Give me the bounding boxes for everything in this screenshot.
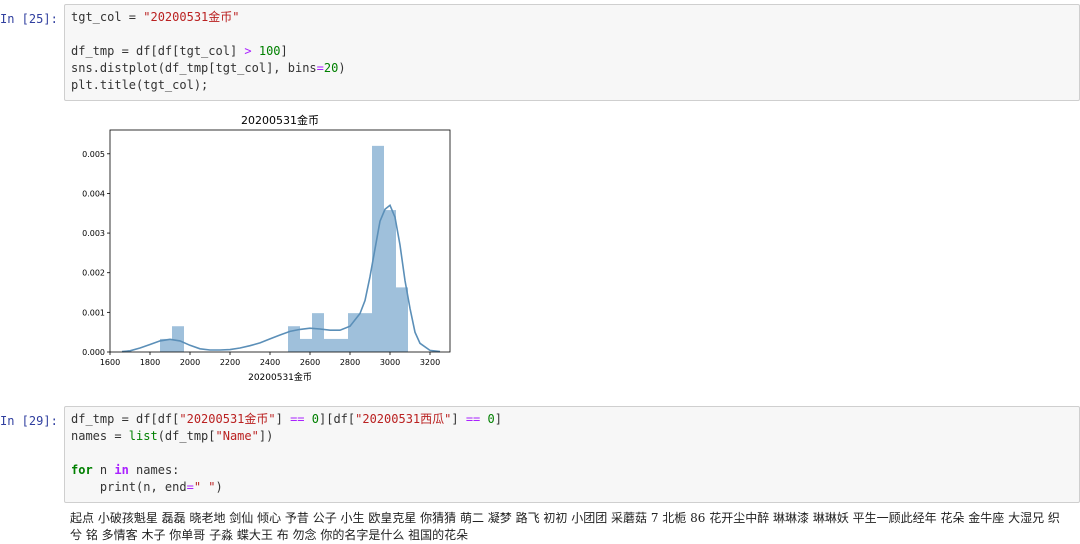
- histogram-bar: [312, 313, 324, 352]
- code-token: "20200531西瓜": [355, 412, 452, 426]
- code-token: df_tmp = df[df[: [71, 412, 180, 426]
- histogram-bar: [360, 313, 372, 352]
- code-token: 0: [311, 412, 319, 426]
- code-token: >: [244, 44, 252, 58]
- code-cell-input[interactable]: tgt_col = "20200531金币" df_tmp = df[df[tgt…: [64, 4, 1080, 101]
- stdout-output: 起点 小破孩魁星 磊磊 晓老地 剑仙 倾心 予昔 公子 小生 欧皇克星 你猜猜 …: [70, 511, 1060, 542]
- distplot-chart: 20200531金币 1600 1800 2000 2200 2400 2600 2800 3…: [82, 113, 451, 383]
- y-tick-label: 0.001: [82, 308, 105, 317]
- x-tick-label: 2200: [220, 358, 240, 367]
- histogram-bar: [384, 210, 396, 352]
- code-token: "Name": [215, 429, 259, 443]
- code-token: df_tmp = df[df[tgt_col]: [71, 44, 245, 58]
- chart-title: 20200531金币: [241, 113, 319, 127]
- histogram-bar: [348, 313, 360, 352]
- y-tick-label: 0.000: [82, 348, 105, 357]
- x-axis-label: 20200531金币: [248, 371, 312, 383]
- code-token: 0: [487, 412, 495, 426]
- x-tick-label: 3000: [380, 358, 400, 367]
- cell-prompt: In [25]:: [0, 12, 58, 26]
- code-token: list: [128, 429, 158, 443]
- code-token: =: [316, 61, 324, 75]
- cell-prompt: In [29]:: [0, 414, 58, 428]
- y-tick-label: 0.003: [82, 229, 105, 238]
- code-token: ==: [290, 412, 305, 426]
- x-tick-label: 1800: [140, 358, 160, 367]
- code-token: "20200531金币": [143, 10, 240, 24]
- histogram-bar: [324, 338, 336, 352]
- code-token: sns.distplot(df_tmp[tgt_col], bins: [71, 61, 317, 75]
- code-token: ): [215, 480, 223, 494]
- y-tick-label: 0.002: [82, 269, 105, 278]
- code-token: (df_tmp[: [157, 429, 216, 443]
- x-tick-label: 3200: [420, 358, 440, 367]
- code-token: names:: [128, 463, 180, 477]
- code-cell-input[interactable]: df_tmp = df[df["20200531金币"] == 0][df["2…: [64, 406, 1080, 503]
- code-line: tgt_col = "20200531金币": [71, 9, 1073, 26]
- code-token: =: [186, 480, 194, 494]
- code-token: 100: [258, 44, 281, 58]
- code-line: names = list(df_tmp["Name"]): [71, 428, 1073, 445]
- x-tick-label: 2000: [180, 358, 200, 367]
- code-line: print(n, end=" "): [71, 479, 1073, 496]
- code-token: print(n, end: [71, 480, 187, 494]
- code-token: ][df[: [319, 412, 356, 426]
- code-token: plt.title(tgt_col);: [71, 78, 209, 92]
- code-line: sns.distplot(df_tmp[tgt_col], bins=20): [71, 60, 1073, 77]
- histogram-bar: [300, 338, 312, 352]
- code-token: ]: [494, 412, 502, 426]
- code-token: ]: [280, 44, 288, 58]
- code-token: ]: [275, 412, 291, 426]
- code-line: plt.title(tgt_col);: [71, 77, 1073, 94]
- code-token: 20: [323, 61, 339, 75]
- code-token: ]): [258, 429, 274, 443]
- histogram-bar: [372, 145, 384, 352]
- code-line: df_tmp = df[df[tgt_col] > 100]: [71, 43, 1073, 60]
- plot-output: 20200531金币 1600 1800 2000 2200 2400 2600 2800 3…: [70, 106, 460, 390]
- code-line: df_tmp = df[df["20200531金币"] == 0][df["2…: [71, 411, 1073, 428]
- code-token: names =: [71, 429, 129, 443]
- code-token: tgt_col =: [71, 10, 144, 24]
- y-tick-label: 0.004: [82, 189, 105, 198]
- code-token: ]: [451, 412, 466, 426]
- x-tick-label: 2400: [260, 358, 280, 367]
- y-tick-label: 0.005: [82, 150, 105, 159]
- histogram-bar: [396, 287, 408, 352]
- code-token: in: [114, 463, 129, 477]
- code-token: n: [92, 463, 115, 477]
- code-token: ): [338, 61, 346, 75]
- x-tick-label: 1600: [100, 358, 120, 367]
- code-token: ==: [465, 412, 481, 426]
- code-token: for: [71, 463, 93, 477]
- histogram-bar: [336, 338, 348, 352]
- code-token: " ": [193, 480, 216, 494]
- x-tick-label: 2800: [340, 358, 360, 367]
- code-token: "20200531金币": [179, 412, 276, 426]
- x-tick-label: 2600: [300, 358, 320, 367]
- code-line: for n in names:: [71, 462, 1073, 479]
